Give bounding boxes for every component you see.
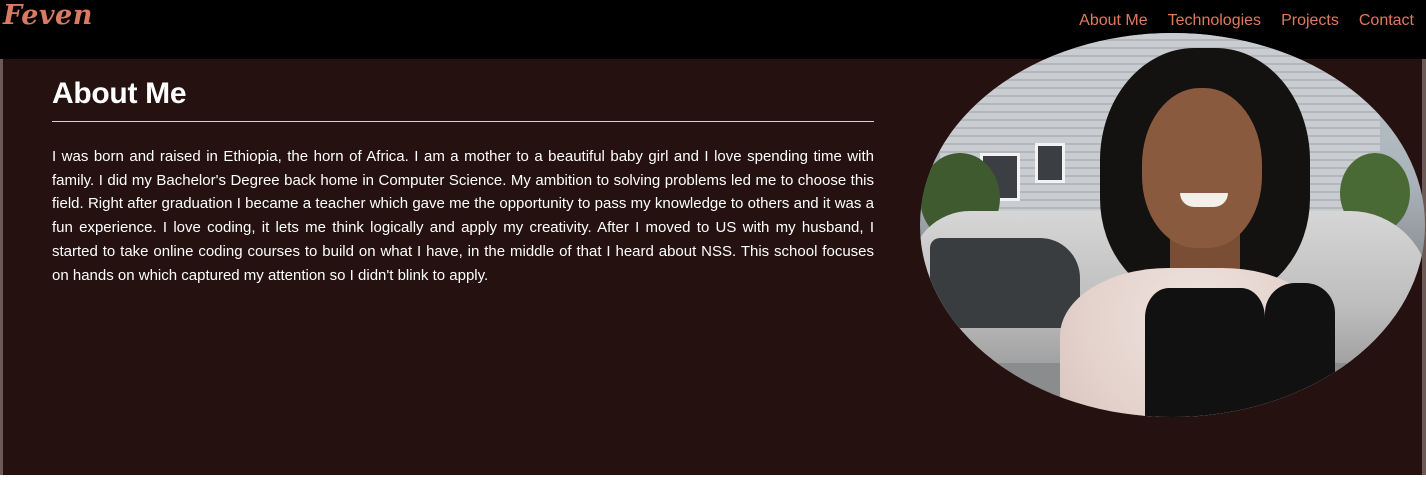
about-title: About Me	[52, 77, 187, 110]
photo-arm	[1265, 283, 1335, 417]
nav-link-projects[interactable]: Projects	[1281, 12, 1339, 30]
photo-face	[1142, 88, 1262, 248]
nav-link-about-me[interactable]: About Me	[1079, 12, 1147, 30]
photo-car-window	[930, 238, 1080, 328]
nav-links: About Me Technologies Projects Contact	[1079, 12, 1414, 30]
photo-window	[1035, 143, 1065, 183]
profile-photo	[920, 33, 1425, 417]
about-paragraph: I was born and raised in Ethiopia, the h…	[52, 148, 874, 284]
photo-smile	[1180, 193, 1228, 207]
brand-logo[interactable]: Feven	[3, 0, 93, 31]
nav-link-contact[interactable]: Contact	[1359, 12, 1414, 30]
nav-link-technologies[interactable]: Technologies	[1168, 12, 1261, 30]
photo-shirt	[1145, 288, 1265, 417]
title-divider	[52, 121, 874, 122]
